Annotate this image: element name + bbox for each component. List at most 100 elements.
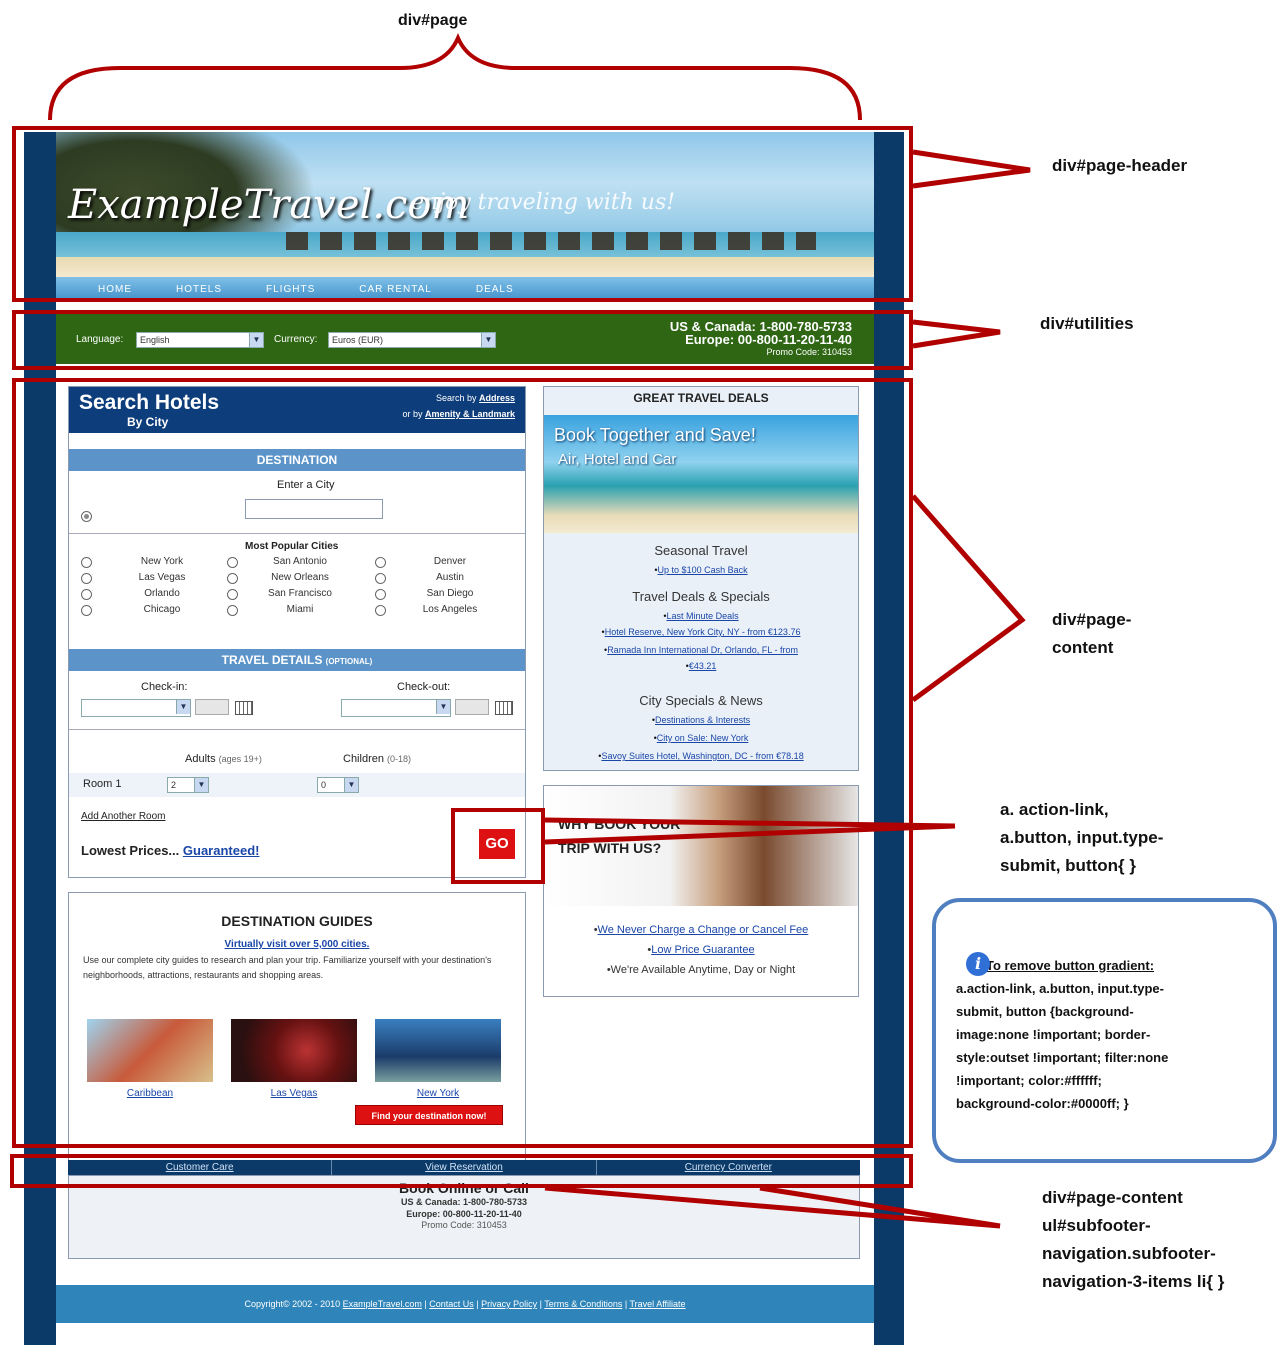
city-radio[interactable] xyxy=(227,573,238,584)
checkin-day-select[interactable] xyxy=(195,699,229,715)
las-vegas-image[interactable] xyxy=(231,1019,357,1082)
caribbean-image[interactable] xyxy=(87,1019,213,1082)
book-title: Book Online or Call xyxy=(399,1180,529,1196)
city-radio[interactable] xyxy=(227,557,238,568)
checkout-month-select[interactable]: ▼ xyxy=(341,699,451,717)
footer-link[interactable]: Terms & Conditions xyxy=(544,1299,622,1309)
annotation-line: content xyxy=(1052,638,1114,657)
guides-paragraph: Use our complete city guides to research… xyxy=(83,955,492,980)
seasonal-heading: Seasonal Travel xyxy=(654,543,748,558)
adults-select[interactable]: 2 ▼ xyxy=(167,777,209,793)
deal-item: Ramada Inn International Dr, Orlando, FL… xyxy=(544,643,858,657)
footer-link[interactable]: Contact Us xyxy=(429,1299,474,1309)
city-label: San Francisco xyxy=(268,588,332,599)
customer-care-link[interactable]: Customer Care xyxy=(68,1160,333,1175)
chevron-down-icon: ▼ xyxy=(249,333,263,347)
language-select[interactable]: English ▼ xyxy=(136,332,264,348)
city-radio[interactable] xyxy=(81,573,92,584)
deal-item: Destinations & Interests xyxy=(544,713,858,727)
city-radio[interactable] xyxy=(375,573,386,584)
why-link[interactable]: Low Price Guarantee xyxy=(651,944,754,956)
destination-bar: DESTINATION xyxy=(69,449,525,471)
nav-home[interactable]: HOME xyxy=(98,277,132,302)
language-label: Language: xyxy=(76,334,124,345)
new-york-image[interactable] xyxy=(375,1019,501,1082)
why-item: We Never Charge a Change or Cancel Fee xyxy=(544,924,858,936)
city-radio[interactable] xyxy=(375,605,386,616)
nav-deals[interactable]: DEALS xyxy=(476,277,514,302)
deal-link[interactable]: €43.21 xyxy=(689,661,717,671)
annotation-page-content-label: div#page- content xyxy=(1052,606,1131,662)
address-link[interactable]: Address xyxy=(479,393,515,403)
guaranteed-link[interactable]: Guaranteed! xyxy=(183,843,260,858)
view-reservation-link[interactable]: View Reservation xyxy=(332,1160,597,1175)
find-destination-button[interactable]: Find your destination now! xyxy=(355,1105,503,1125)
checkin-month-select[interactable]: ▼ xyxy=(81,699,191,717)
enter-city-radio[interactable] xyxy=(81,511,92,522)
nav-flights[interactable]: FLIGHTS xyxy=(266,277,315,302)
footer-link[interactable]: Travel Affiliate xyxy=(630,1299,686,1309)
note-line: image:none !important; border- xyxy=(956,1027,1151,1042)
adults-hint: (ages 19+) xyxy=(218,754,262,764)
caribbean-link[interactable]: Caribbean xyxy=(87,1088,213,1099)
banner-line-2: Air, Hotel and Car xyxy=(558,451,677,468)
checkout-day-select[interactable] xyxy=(455,699,489,715)
add-room-link[interactable]: Add Another Room xyxy=(81,811,166,822)
deals-banner[interactable]: Book Together and Save! Air, Hotel and C… xyxy=(544,415,858,533)
guides-title: DESTINATION GUIDES xyxy=(221,913,373,929)
city-input[interactable] xyxy=(245,499,383,519)
deal-link[interactable]: Up to $100 Cash Back xyxy=(658,565,748,575)
why-link[interactable]: We Never Charge a Change or Cancel Fee xyxy=(598,924,809,936)
city-label: Chicago xyxy=(143,604,181,615)
footer-link[interactable]: ExampleTravel.com xyxy=(343,1299,422,1309)
search-by-prefix: Search by xyxy=(435,393,477,403)
city-specials-heading: City Specials & News xyxy=(639,693,763,708)
city-radio[interactable] xyxy=(227,589,238,600)
page-frame: ExampleTravel.com enjoy traveling with u… xyxy=(24,132,904,1345)
site-logo[interactable]: ExampleTravel.com xyxy=(68,182,469,228)
deal-link[interactable]: Destinations & Interests xyxy=(655,715,750,725)
lowest-prefix: Lowest Prices... xyxy=(81,843,180,858)
search-hotels-panel: Search Hotels By City Search by Address … xyxy=(68,386,526,878)
deal-link[interactable]: Hotel Reserve, New York City, NY - from … xyxy=(605,627,801,637)
deal-link[interactable]: City on Sale: New York xyxy=(657,733,749,743)
city-radio[interactable] xyxy=(227,605,238,616)
amenity-link[interactable]: Amenity & Landmark xyxy=(425,409,515,419)
deals-heading: GREAT TRAVEL DEALS xyxy=(633,391,769,405)
currency-select[interactable]: Euros (EUR) ▼ xyxy=(328,332,496,348)
currency-label: Currency: xyxy=(274,334,318,345)
annotation-utilities-label: div#utilities xyxy=(1040,314,1134,333)
guides-subtitle-link[interactable]: Virtually visit over 5,000 cities. xyxy=(69,939,525,950)
search-header: Search Hotels By City Search by Address … xyxy=(69,387,525,433)
city-radio[interactable] xyxy=(375,557,386,568)
annotation-line: navigation-3-items li{ } xyxy=(1042,1272,1225,1291)
deal-link[interactable]: Last Minute Deals xyxy=(667,611,739,621)
city-label: Miami xyxy=(286,604,314,615)
city-radio[interactable] xyxy=(81,589,92,600)
note-heading: To remove button gradient: xyxy=(986,958,1155,973)
deal-link[interactable]: Savoy Suites Hotel, Washington, DC - fro… xyxy=(601,751,803,761)
city-label: Los Angeles xyxy=(422,604,478,615)
annotation-line: a.button, input.type- xyxy=(1000,828,1164,847)
book-phone-us: US & Canada: 1-800-780-5733 xyxy=(400,1197,528,1207)
footer-link[interactable]: Privacy Policy xyxy=(481,1299,537,1309)
nav-car-rental[interactable]: CAR RENTAL xyxy=(359,277,432,302)
go-button[interactable]: GO xyxy=(479,829,515,859)
currency-converter-link[interactable]: Currency Converter xyxy=(597,1160,860,1175)
note-line: style:outset !important; filter:none xyxy=(956,1050,1169,1065)
city-radio[interactable] xyxy=(375,589,386,600)
nav-hotels[interactable]: HOTELS xyxy=(176,277,222,302)
why-title-line: TRIP WITH US? xyxy=(558,840,662,856)
city-label: Austin xyxy=(436,572,464,583)
deal-item-continued: €43.21 xyxy=(544,659,858,673)
calendar-icon[interactable] xyxy=(235,701,253,715)
calendar-icon[interactable] xyxy=(495,701,513,715)
city-radio[interactable] xyxy=(81,605,92,616)
why-book-panel: WHY BOOK YOUR TRIP WITH US? We Never Cha… xyxy=(543,785,859,997)
deal-link[interactable]: Ramada Inn International Dr, Orlando, FL… xyxy=(607,645,798,655)
book-promo: Promo Code: 310453 xyxy=(421,1220,507,1230)
children-select[interactable]: 0 ▼ xyxy=(317,777,359,793)
city-radio[interactable] xyxy=(81,557,92,568)
las-vegas-link[interactable]: Las Vegas xyxy=(231,1088,357,1099)
new-york-link[interactable]: New York xyxy=(375,1088,501,1099)
